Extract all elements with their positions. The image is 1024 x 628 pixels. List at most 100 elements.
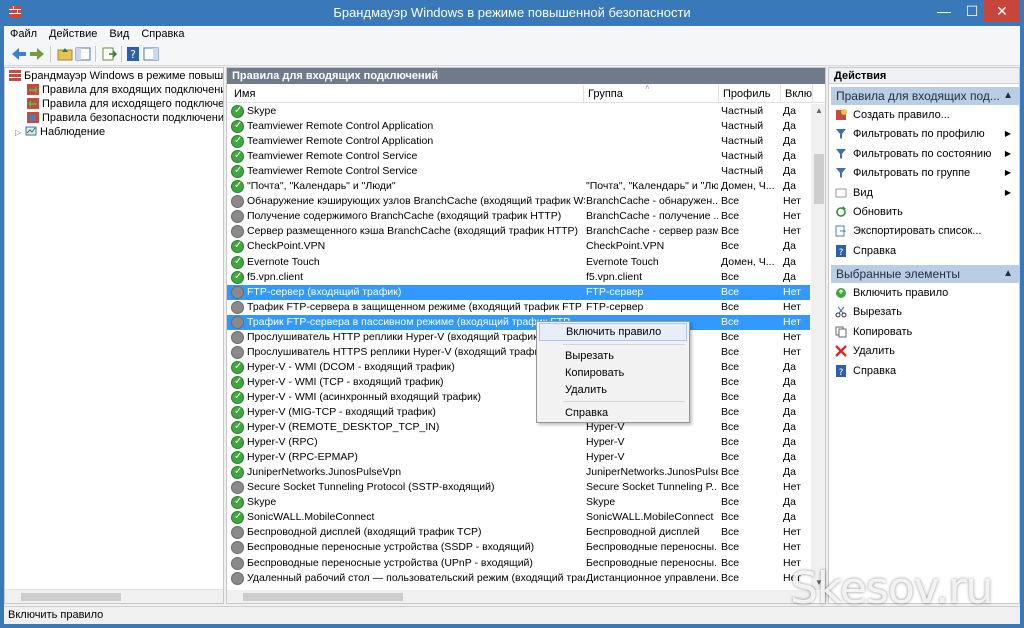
rule-row[interactable]: Secure Socket Tunneling Protocol (SSTP-в… [227,480,810,495]
rule-row[interactable]: Получение содержимого BranchCache (входя… [227,209,810,224]
back-arrow-icon[interactable] [10,45,28,63]
column-enabled[interactable]: Включ [781,85,813,103]
rule-row[interactable]: ✓ Skype Частный Да [227,104,810,119]
rule-name: Hyper-V - WMI (TCP - входящий трафик) [247,375,444,388]
tree-item-monitoring[interactable]: ▷ Наблюдение [15,125,105,139]
rule-row[interactable]: ✓ f5.vpn.client f5.vpn.client Все Да [227,270,810,285]
action-item[interactable]: ? Справка [833,242,1017,260]
tree-item-inbound-rules[interactable]: Правила для входящих подключений [27,83,223,97]
rule-row[interactable]: ✓ Hyper-V - WMI (асинхронный входящий тра… [227,390,810,405]
rule-row[interactable]: ✓ Teamviewer Remote Control Application Ча… [227,134,810,149]
export-list-icon[interactable] [100,45,118,63]
menu-view[interactable]: Вид [103,26,135,41]
action-label: Фильтровать по состоянию [853,147,992,160]
rule-row[interactable]: ✓ Hyper-V (REMOTE_DESKTOP_TCP_IN) Hyper-V В… [227,420,810,435]
rule-profile: Частный [721,165,764,178]
maximize-button[interactable]: ☐ [958,0,986,22]
rule-group: FTP-сервер [586,285,644,298]
context-cut[interactable]: Вырезать [539,347,687,365]
rule-row[interactable]: Беспроводные переносные устройства (UPnP… [227,556,810,571]
collapse-chevron-icon[interactable]: ▲ [1003,87,1013,105]
column-profile[interactable]: Профиль [719,85,781,103]
rule-enabled: Да [783,360,796,373]
scroll-up-arrow-icon[interactable]: ▲ [811,104,825,118]
context-copy[interactable]: Копировать [539,364,687,382]
rule-row[interactable]: ✓ Evernote Touch Evernote Touch Домен, Ч...… [227,255,810,270]
rule-profile: Все [721,315,740,328]
vertical-scrollbar[interactable]: ▲ ▼ [811,104,825,590]
action-item[interactable]: Фильтровать по состоянию ▶ [833,145,1017,163]
rule-row[interactable]: Трафик FTP-сервера в пассивном режиме (в… [227,314,810,330]
actions-section-inbound[interactable]: Правила для входящих под... ▲ [831,87,1019,105]
action-item[interactable]: Обновить [833,203,1017,221]
menu-file[interactable]: Файл [4,26,43,41]
expand-arrow-icon[interactable]: ▷ [15,126,25,140]
rule-row[interactable]: ✓ Hyper-V (RPC) Hyper-V Все Да [227,435,810,450]
rule-row[interactable]: ✓ Teamviewer Remote Control Service Частны… [227,149,810,164]
tree-root[interactable]: Брандмауэр Windows в режиме повышенно [9,69,223,83]
rule-row[interactable]: Сервер размещенного кэша BranchCache (вх… [227,224,810,239]
action-item[interactable]: ? Справка [833,362,1017,380]
rule-row[interactable]: Беспроводной дисплей (входящий трафик TC… [227,525,810,540]
rule-row[interactable]: ✓ JuniperNetworks.JunosPulseVpn JuniperNet… [227,465,810,480]
collapse-chevron-icon[interactable]: ▲ [1003,265,1013,283]
scroll-thumb[interactable] [21,593,121,601]
action-item[interactable]: Вид ▶ [833,184,1017,202]
rule-row[interactable]: Прослушиватель HTTPS реплики Hyper-V (вх… [227,345,810,360]
tree-item-outbound-rules[interactable]: Правила для исходящего подключения [27,97,223,111]
forward-arrow-icon[interactable] [28,45,46,63]
action-item[interactable]: Копировать [833,323,1017,341]
menu-action[interactable]: Действие [43,26,103,41]
rule-row[interactable]: ✓ Hyper-V (RPC-EPMAP) Hyper-V Все Да [227,450,810,465]
rule-row[interactable]: Прослушиватель HTTP реплики Hyper-V (вхо… [227,330,810,345]
rule-row[interactable]: ✓ Teamviewer Remote Control Service Частны… [227,164,810,179]
rule-row[interactable]: ✓ CheckPoint.VPN CheckPoint.VPN Все Да [227,239,810,254]
scroll-thumb[interactable] [243,593,403,601]
help-icon[interactable]: ? [124,45,142,63]
rule-row[interactable]: ✓ SonicWALL.MobileConnect SonicWALL.Mobile… [227,510,810,525]
up-folder-icon[interactable] [56,45,74,63]
rule-profile: Все [721,511,740,524]
refresh-icon [836,206,846,217]
minimize-button[interactable]: — [930,0,958,22]
action-item[interactable]: Фильтровать по профилю ▶ [833,125,1017,143]
action-item[interactable]: Экспортировать список... [833,222,1017,240]
rule-row[interactable]: ✓ "Почта", "Календарь" и "Люди" "Почта", "… [227,179,810,194]
rule-row[interactable]: Удаленный рабочий стол — пользовательски… [227,571,810,586]
rule-row[interactable]: Трафик FTP-сервера в защищенном режиме (… [227,300,810,315]
actions-section-selected[interactable]: Выбранные элементы ▲ [831,265,1019,283]
action-item[interactable]: Создать правило... [833,106,1017,124]
rule-row[interactable]: ✓ Hyper-V - WMI (DCOM - входящий трафик) В… [227,360,810,375]
horizontal-scrollbar[interactable] [227,590,811,603]
context-help[interactable]: Справка [539,404,687,422]
rule-row[interactable]: Беспроводные переносные устройства (SSDP… [227,540,810,555]
context-enable-rule[interactable]: Включить правило [539,323,687,341]
action-item[interactable]: Включить правило [833,284,1017,302]
rule-row[interactable]: ✓ Teamviewer Remote Control Application Ча… [227,119,810,134]
menu-help[interactable]: Справка [135,26,190,41]
menu-separator [563,401,685,402]
rule-row[interactable]: ✓ Hyper-V - WMI (TCP - входящий трафик) Вс… [227,375,810,390]
action-item[interactable]: Вырезать [833,303,1017,321]
action-item[interactable]: Удалить [833,342,1017,360]
help-icon: ? [836,244,846,257]
column-name[interactable]: Имя [227,85,584,103]
rule-row[interactable]: Обнаружение кэширующих узлов BranchCache… [227,194,810,209]
action-item[interactable]: Фильтровать по группе ▶ [833,164,1017,182]
column-group[interactable]: Группа [584,85,719,103]
show-hide-action-pane-icon[interactable] [142,45,160,63]
rule-row[interactable]: FTP-сервер (входящий трафик) FTP-сервер Вс… [227,284,810,300]
rule-name: Teamviewer Remote Control Service [247,150,418,163]
rule-name: SonicWALL.MobileConnect [247,511,375,524]
rule-enabled-icon: ✓ [231,390,244,404]
tree-item-connection-security-rules[interactable]: Правила безопасности подключения [27,111,223,125]
rule-row[interactable]: ✓ Hyper-V (MIG-TCP - входящий трафик) Все Д… [227,405,810,420]
rule-group: "Почта", "Календарь" и "Люди" [586,180,718,193]
scroll-thumb[interactable] [814,154,824,204]
tree-horizontal-scrollbar[interactable] [5,589,223,603]
close-button[interactable]: ✕ [984,0,1020,22]
context-delete[interactable]: Удалить [539,381,687,399]
rule-row[interactable]: ✓ Skype Skype Все Да [227,495,810,510]
show-hide-tree-icon[interactable] [74,45,92,63]
rule-group: CheckPoint.VPN [586,240,665,253]
